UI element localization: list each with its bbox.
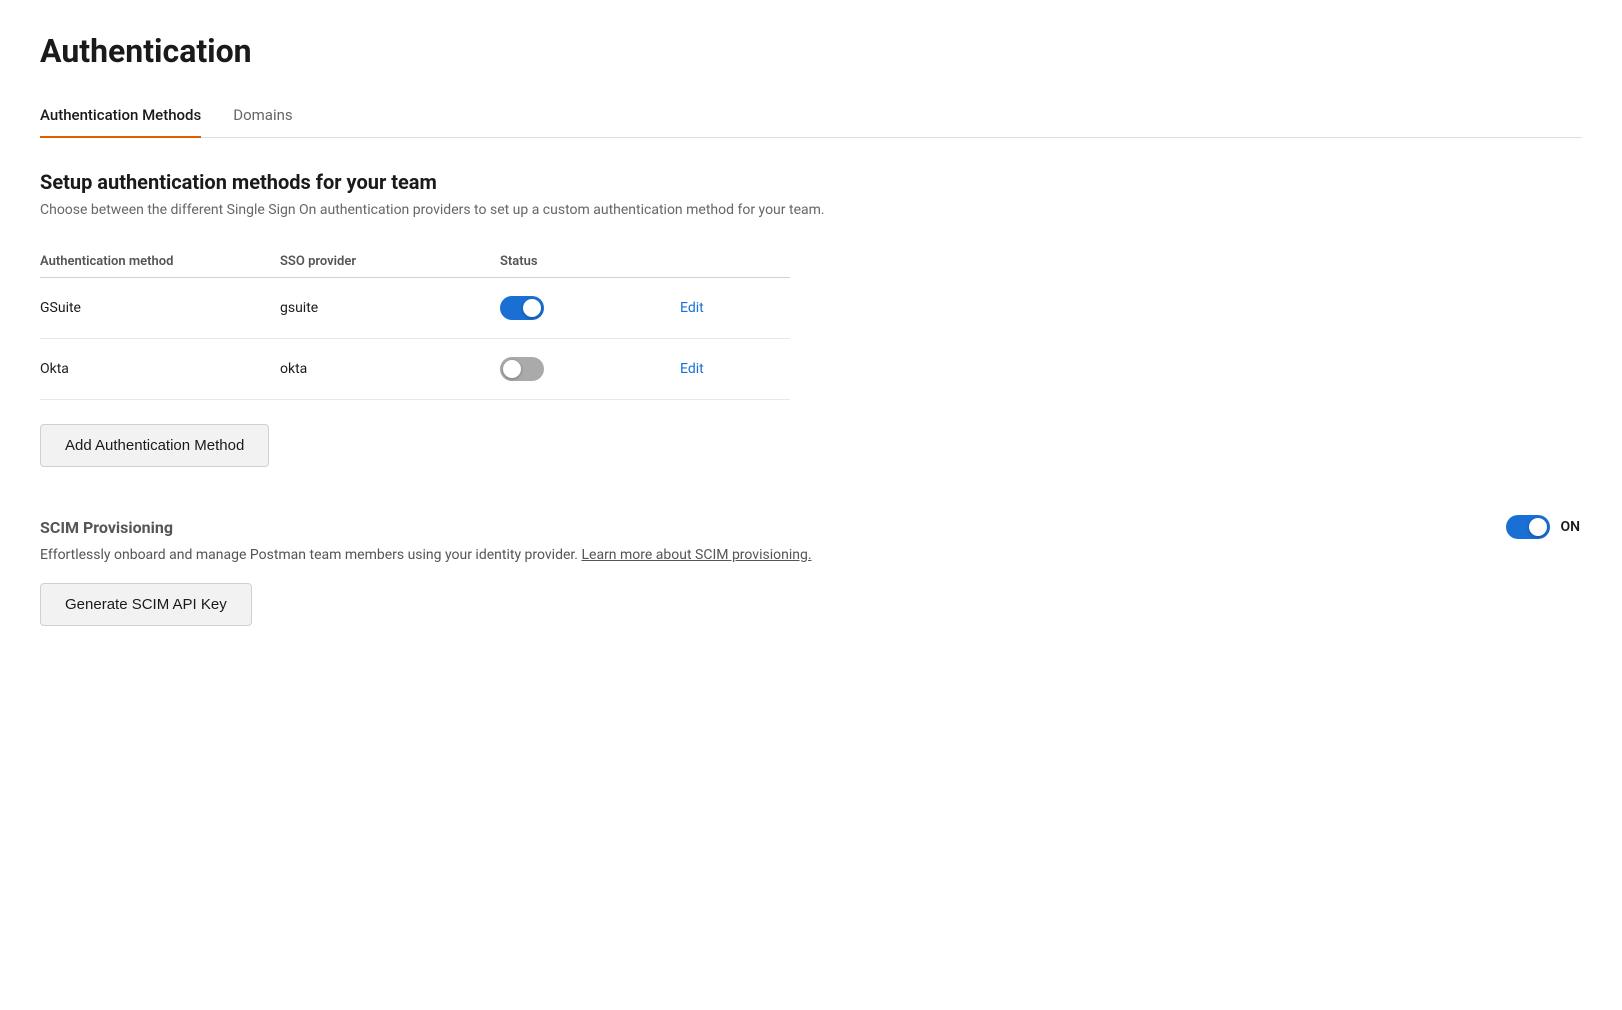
scim-toggle[interactable] — [1506, 515, 1550, 539]
method-name-gsuite: GSuite — [40, 300, 280, 316]
page-title: Authentication — [40, 32, 1582, 70]
tabs-container: Authentication Methods Domains — [40, 94, 1582, 138]
table-row: GSuite gsuite Edit — [40, 278, 790, 339]
header-method: Authentication method — [40, 254, 280, 269]
table-row: Okta okta Edit — [40, 339, 790, 400]
edit-link-gsuite[interactable]: Edit — [680, 300, 704, 316]
method-name-okta: Okta — [40, 361, 280, 377]
section-description: Choose between the different Single Sign… — [40, 202, 1582, 218]
gsuite-toggle-slider — [500, 296, 544, 320]
scim-header: SCIM Provisioning ON — [40, 515, 1580, 539]
provider-gsuite: gsuite — [280, 300, 500, 316]
scim-toggle-slider — [1506, 515, 1550, 539]
scim-learn-more-link[interactable]: Learn more about SCIM provisioning. — [581, 547, 811, 563]
gsuite-toggle[interactable] — [500, 296, 544, 320]
scim-toggle-row: ON — [1506, 515, 1580, 539]
tab-authentication-methods[interactable]: Authentication Methods — [40, 94, 201, 138]
header-status: Status — [500, 254, 680, 269]
add-auth-method-button[interactable]: Add Authentication Method — [40, 424, 269, 467]
edit-link-okta[interactable]: Edit — [680, 361, 704, 377]
section-title: Setup authentication methods for your te… — [40, 170, 1582, 194]
table-header: Authentication method SSO provider Statu… — [40, 246, 790, 278]
scim-description-text: Effortlessly onboard and manage Postman … — [40, 547, 578, 563]
okta-toggle-slider — [500, 357, 544, 381]
status-toggle-gsuite[interactable] — [500, 296, 680, 320]
generate-scim-key-button[interactable]: Generate SCIM API Key — [40, 583, 252, 626]
status-toggle-okta[interactable] — [500, 357, 680, 381]
scim-description: Effortlessly onboard and manage Postman … — [40, 547, 1582, 563]
header-provider: SSO provider — [280, 254, 500, 269]
provider-okta: okta — [280, 361, 500, 377]
scim-on-label: ON — [1560, 519, 1580, 535]
edit-cell-gsuite: Edit — [680, 300, 760, 316]
auth-methods-table: Authentication method SSO provider Statu… — [40, 246, 790, 400]
scim-section: SCIM Provisioning ON Effortlessly onboar… — [40, 515, 1582, 626]
okta-toggle[interactable] — [500, 357, 544, 381]
tab-domains[interactable]: Domains — [233, 94, 292, 138]
scim-title: SCIM Provisioning — [40, 518, 173, 537]
edit-cell-okta: Edit — [680, 361, 760, 377]
header-action — [680, 254, 760, 269]
